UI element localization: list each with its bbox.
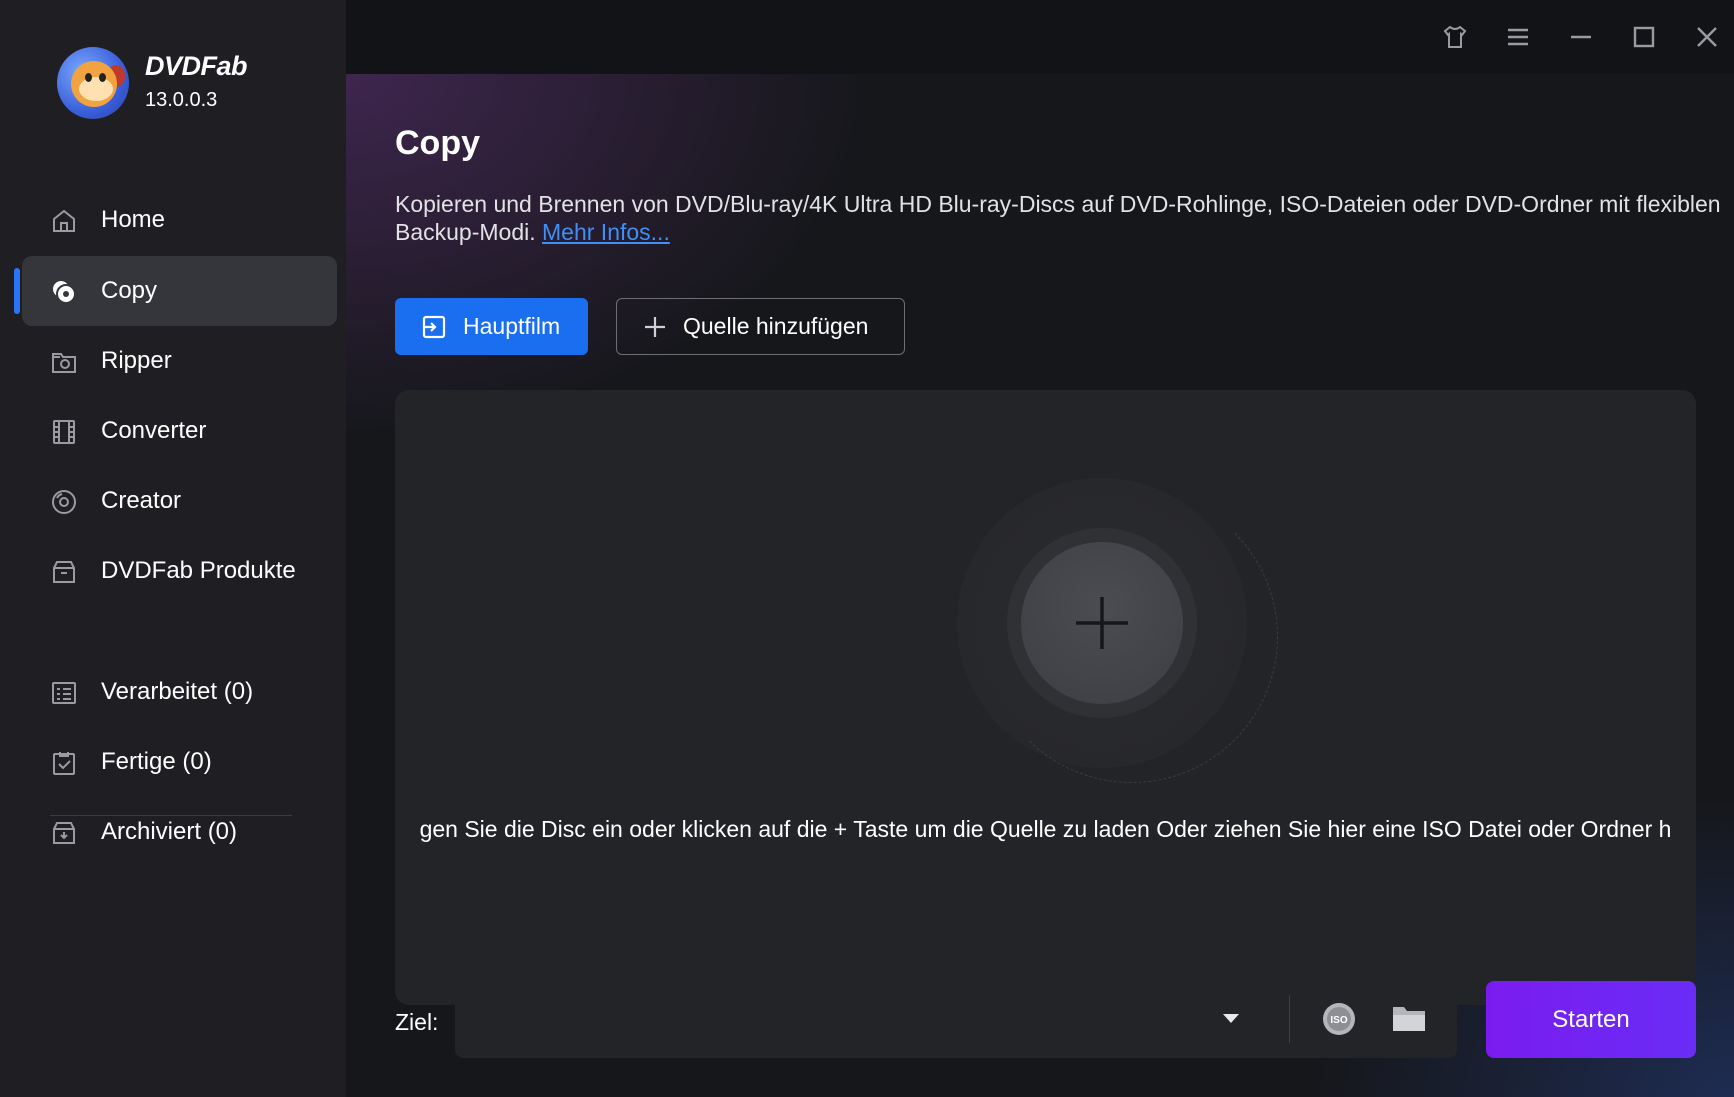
add-source-button[interactable]: Quelle hinzufügen (616, 298, 905, 355)
sidebar-item-processing[interactable]: Verarbeitet (0) (22, 657, 337, 727)
add-source-label: Quelle hinzufügen (683, 313, 869, 339)
active-indicator (14, 268, 20, 314)
finished-clipboard-icon (53, 752, 75, 775)
products-box-icon (53, 561, 75, 583)
menu-icon[interactable] (1501, 20, 1535, 54)
app-window: DVDFab 13.0.0.3 Home Copy Ripper Convert… (0, 0, 1734, 1097)
iso-icon[interactable]: ISO (1321, 1001, 1357, 1037)
sidebar-item-label: Converter (101, 417, 207, 444)
sidebar-item-ripper[interactable]: Ripper (22, 326, 337, 396)
more-info-link[interactable]: Mehr Infos... (542, 219, 670, 245)
start-button[interactable]: Starten (1486, 981, 1696, 1058)
sidebar-item-archived[interactable]: Archiviert (0) (22, 797, 337, 867)
sidebar-item-label: Copy (101, 277, 158, 304)
source-drop-zone[interactable]: gen Sie die Disc ein oder klicken auf di… (395, 390, 1696, 1005)
main-movie-button[interactable]: Hauptfilm (395, 298, 588, 355)
dvdfab-logo (57, 47, 129, 119)
target-label: Ziel: (395, 1009, 439, 1035)
app-version: 13.0.0.3 (145, 89, 218, 111)
skin-shirt-icon[interactable] (1438, 20, 1472, 54)
sidebar-item-home[interactable]: Home (22, 185, 337, 255)
page-description: Kopieren und Brennen von DVD/Blu-ray/4K … (395, 190, 1734, 246)
ripper-icon (52, 353, 76, 373)
sidebar-item-label: Creator (101, 487, 182, 514)
page-title: Copy (395, 124, 480, 162)
drop-hint-text: gen Sie die Disc ein oder klicken auf di… (419, 816, 1672, 842)
sidebar-item-label: Ripper (101, 347, 172, 374)
main-movie-label: Hauptfilm (463, 313, 561, 339)
sidebar-item-finished[interactable]: Fertige (0) (22, 727, 337, 797)
svg-text:ISO: ISO (1330, 1015, 1347, 1026)
sidebar-item-label: Fertige (0) (101, 748, 212, 775)
creator-disc-icon (52, 490, 76, 514)
large-plus-icon (1076, 597, 1128, 649)
copy-disc-icon (53, 281, 76, 304)
close-icon[interactable] (1690, 20, 1724, 54)
film-icon (53, 420, 75, 444)
folder-icon[interactable] (1391, 1003, 1427, 1035)
archive-box-icon (53, 822, 75, 844)
sidebar-item-copy[interactable]: Copy (14, 256, 337, 326)
sidebar-item-label: Archiviert (0) (101, 818, 238, 845)
target-select[interactable]: ISO (455, 981, 1457, 1058)
sidebar-item-label: DVDFab Produkte (101, 557, 296, 584)
sidebar-item-converter[interactable]: Converter (22, 396, 337, 466)
main-content: Copy Kopieren und Brennen von DVD/Blu-ra… (346, 74, 1734, 1097)
main-movie-icon (422, 315, 446, 338)
plus-icon (645, 316, 665, 337)
app-name: DVDFab (145, 51, 248, 81)
minimize-icon[interactable] (1564, 20, 1598, 54)
processing-list-icon (52, 682, 76, 704)
title-bar (346, 0, 1734, 74)
sidebar-item-creator[interactable]: Creator (22, 466, 337, 536)
sidebar: DVDFab 13.0.0.3 Home Copy Ripper Convert… (0, 0, 346, 1097)
sidebar-item-label: Home (101, 206, 166, 233)
maximize-icon[interactable] (1627, 20, 1661, 54)
chevron-down-icon[interactable] (1223, 1014, 1239, 1023)
sidebar-item-label: Verarbeitet (0) (101, 678, 254, 705)
target-separator (1289, 995, 1290, 1043)
home-icon (53, 209, 75, 232)
brand: DVDFab 13.0.0.3 (57, 46, 248, 120)
sidebar-item-products[interactable]: DVDFab Produkte (22, 536, 337, 606)
